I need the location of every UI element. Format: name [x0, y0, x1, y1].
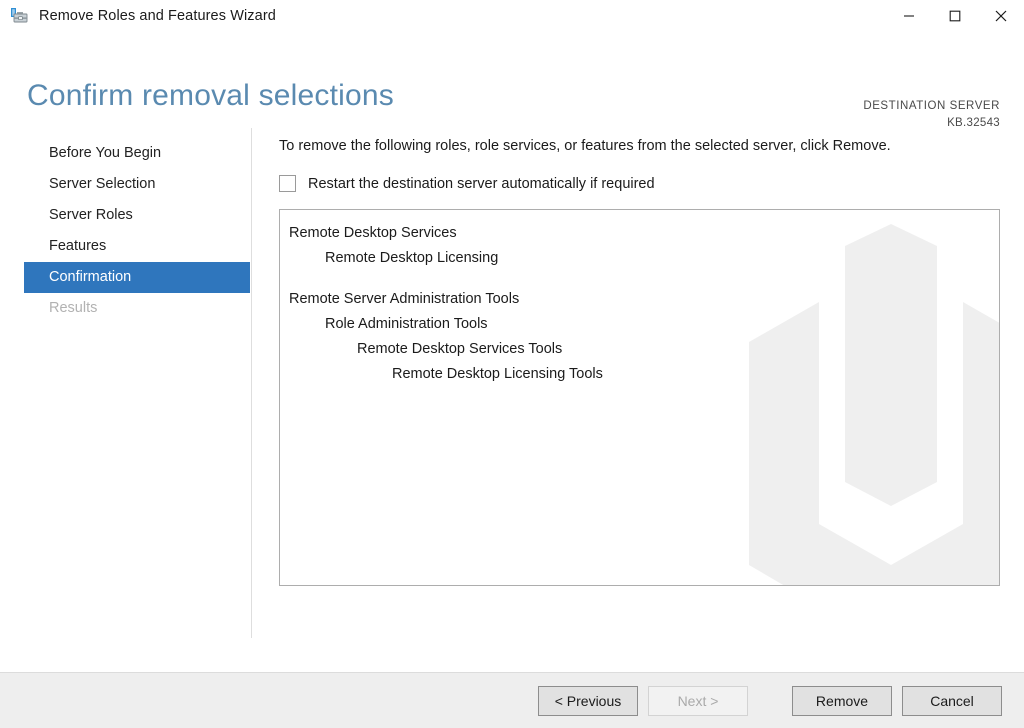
destination-server-block: DESTINATION SERVER KB.32543: [863, 98, 1000, 131]
window-title: Remove Roles and Features Wizard: [39, 8, 276, 24]
wizard-window: Remove Roles and Features Wizard Confirm…: [0, 0, 1024, 728]
removal-list: Remote Desktop Services Remote Desktop L…: [280, 210, 999, 387]
wizard-body: Before You Begin Server Selection Server…: [0, 128, 1024, 672]
restart-checkbox-row: Restart the destination server automatic…: [279, 175, 1024, 192]
list-item[interactable]: Remote Desktop Services: [287, 221, 999, 246]
page-title: Confirm removal selections: [27, 79, 394, 112]
remove-button[interactable]: Remove: [792, 685, 892, 716]
restart-checkbox[interactable]: [279, 175, 296, 192]
list-item[interactable]: Remote Desktop Services Tools: [287, 337, 999, 362]
sidebar-item-server-selection[interactable]: Server Selection: [24, 169, 250, 200]
sidebar-item-results: Results: [49, 300, 98, 316]
wizard-footer: < Previous Next > Remove Cancel: [0, 672, 1024, 728]
window-controls: [886, 0, 1024, 32]
destination-server-label: DESTINATION SERVER: [863, 100, 1000, 112]
sidebar-item-before-you-begin[interactable]: Before You Begin: [24, 138, 250, 169]
sidebar-item-features[interactable]: Features: [24, 231, 250, 262]
restart-checkbox-label[interactable]: Restart the destination server automatic…: [308, 176, 655, 192]
list-item[interactable]: Remote Desktop Licensing: [287, 246, 999, 271]
previous-button[interactable]: < Previous: [538, 685, 638, 716]
close-icon: [995, 10, 1007, 22]
list-item[interactable]: Remote Desktop Licensing Tools: [287, 362, 999, 387]
sidebar-item-server-roles[interactable]: Server Roles: [24, 200, 250, 231]
title-bar: Remove Roles and Features Wizard: [0, 0, 1024, 32]
close-button[interactable]: [978, 0, 1024, 32]
wizard-navigation: Before You Begin Server Selection Server…: [0, 128, 252, 672]
instruction-text: To remove the following roles, role serv…: [279, 138, 891, 154]
server-manager-toolbox-icon: [10, 6, 30, 26]
minimize-icon: [904, 15, 914, 17]
next-button: Next >: [648, 685, 748, 716]
page-header: Confirm removal selections DESTINATION S…: [0, 32, 1024, 131]
wizard-content: To remove the following roles, role serv…: [251, 128, 1024, 672]
minimize-button[interactable]: [886, 0, 932, 32]
maximize-icon: [949, 10, 961, 22]
maximize-button[interactable]: [932, 0, 978, 32]
list-item[interactable]: Remote Server Administration Tools: [287, 287, 999, 312]
list-item[interactable]: Role Administration Tools: [287, 312, 999, 337]
removal-selections-listbox[interactable]: Remote Desktop Services Remote Desktop L…: [279, 209, 1000, 586]
cancel-button[interactable]: Cancel: [902, 685, 1002, 716]
sidebar-item-confirmation[interactable]: Confirmation: [24, 262, 250, 293]
